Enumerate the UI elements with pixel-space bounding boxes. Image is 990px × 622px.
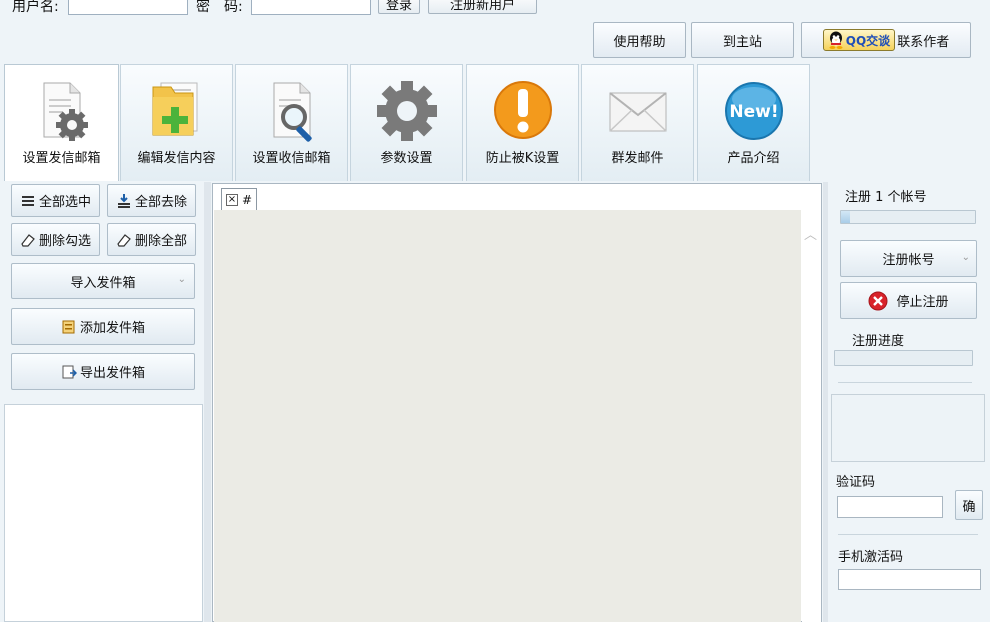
tab-set-recipient-mailbox[interactable]: 设置收信邮箱 <box>235 64 348 181</box>
password-label: 密 码: <box>196 0 243 15</box>
new-badge-icon: New! <box>724 82 783 140</box>
delete-checked-label: 删除勾选 <box>38 234 91 249</box>
username-label: 用户名: <box>12 0 59 15</box>
captcha-input[interactable] <box>837 496 943 518</box>
qq-penguin-icon <box>829 31 843 49</box>
tab-label: 编辑发信内容 <box>137 151 216 166</box>
overall-progress-bar <box>834 350 973 366</box>
select-all-icon <box>21 195 34 206</box>
document-canvas[interactable] <box>214 210 801 622</box>
select-all-label: 全部选中 <box>38 195 91 210</box>
tab-product-intro[interactable]: New! 产品介绍 <box>697 64 810 181</box>
tab-bulk-mail[interactable]: 群发邮件 <box>581 64 694 181</box>
delete-all-button[interactable]: 删除全部 <box>107 223 196 256</box>
register-account-label: 注册帐号 <box>882 253 935 268</box>
warning-icon <box>493 81 552 139</box>
phone-code-label: 手机激活码 <box>838 550 904 565</box>
chevron-down-icon: ⌄ <box>177 274 186 285</box>
confirm-captcha-button[interactable]: 确 <box>955 490 983 520</box>
add-outbox-button[interactable]: 添加发件箱 <box>11 308 195 345</box>
tab-label: 设置发信邮箱 <box>22 151 101 166</box>
eraser-icon <box>21 233 35 247</box>
export-outbox-button[interactable]: 导出发件箱 <box>11 353 195 390</box>
captcha-image-box[interactable] <box>831 394 985 462</box>
register-count-label: 注册 1 个帐号 <box>845 190 927 205</box>
tab-set-sender-mailbox[interactable]: 设置发信邮箱 <box>4 64 119 181</box>
close-icon[interactable]: × <box>226 193 238 206</box>
export-outbox-label: 导出发件箱 <box>79 366 145 381</box>
import-outbox-label: 导入发件箱 <box>70 275 136 291</box>
eraser-icon <box>117 233 131 247</box>
phone-code-input[interactable] <box>838 569 981 590</box>
section-divider <box>838 534 978 535</box>
document-tab[interactable]: × # <box>221 188 258 210</box>
export-box-icon <box>62 365 77 378</box>
tab-label: 产品介绍 <box>727 151 780 166</box>
outbox-list[interactable] <box>4 404 203 622</box>
import-outbox-dropdown[interactable]: 导入发件箱 ⌄ <box>11 263 195 299</box>
login-button[interactable]: 登录 <box>378 0 420 14</box>
delete-checked-button[interactable]: 删除勾选 <box>11 223 100 256</box>
tab-anti-ban-settings[interactable]: 防止被K设置 <box>466 64 579 181</box>
stop-icon <box>868 291 888 310</box>
document-area: × # ︿ <box>212 183 822 622</box>
new-badge-text: New! <box>729 102 778 122</box>
add-box-icon <box>62 320 75 333</box>
register-progress-bar <box>840 210 976 224</box>
splitter-right[interactable] <box>823 182 828 622</box>
tab-edit-content[interactable]: 编辑发信内容 <box>120 64 233 181</box>
deselect-all-label: 全部去除 <box>134 195 187 210</box>
folder-add-icon <box>152 82 197 136</box>
document-gear-icon <box>43 82 88 141</box>
tab-label: 群发邮件 <box>611 151 664 166</box>
splitter-left[interactable] <box>204 182 211 622</box>
envelope-icon <box>608 92 667 132</box>
register-user-button[interactable]: 注册新用户 <box>428 0 537 14</box>
stop-register-button[interactable]: 停止注册 <box>840 282 977 319</box>
tab-label: 参数设置 <box>380 151 433 166</box>
captcha-label: 验证码 <box>836 475 876 490</box>
register-progress-fill <box>841 211 851 223</box>
stop-register-label: 停止注册 <box>896 295 949 310</box>
username-input[interactable] <box>68 0 188 15</box>
contact-author-button[interactable]: QQ交谈 联系作者 <box>801 22 971 58</box>
vertical-scrollbar[interactable]: ︿ <box>802 210 821 622</box>
select-all-button[interactable]: 全部选中 <box>11 184 100 217</box>
register-progress-label: 注册进度 <box>852 334 905 349</box>
add-outbox-label: 添加发件箱 <box>79 321 145 336</box>
qq-chat-badge[interactable]: QQ交谈 <box>822 29 896 51</box>
document-tab-label: # <box>242 192 253 207</box>
qq-badge-label: QQ交谈 <box>845 33 891 48</box>
home-site-button[interactable]: 到主站 <box>691 22 794 58</box>
tab-label: 防止被K设置 <box>485 151 560 166</box>
register-account-dropdown[interactable]: 注册帐号 ⌄ <box>840 240 977 277</box>
gear-icon <box>376 81 437 141</box>
deselect-all-icon <box>117 193 130 208</box>
tab-parameter-settings[interactable]: 参数设置 <box>350 64 463 181</box>
tab-label: 设置收信邮箱 <box>252 151 331 166</box>
password-input[interactable] <box>251 0 371 15</box>
document-search-icon <box>273 82 312 142</box>
help-button[interactable]: 使用帮助 <box>593 22 686 58</box>
deselect-all-button[interactable]: 全部去除 <box>107 184 196 217</box>
delete-all-label: 删除全部 <box>134 234 187 249</box>
chevron-up-icon[interactable]: ︿ <box>804 224 817 243</box>
contact-author-label: 联系作者 <box>897 34 950 50</box>
section-divider <box>838 382 972 383</box>
chevron-down-icon: ⌄ <box>961 252 970 263</box>
